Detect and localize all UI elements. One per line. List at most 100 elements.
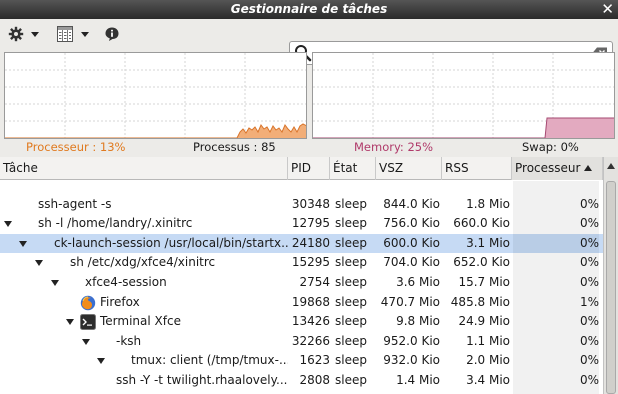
firefox-icon — [80, 295, 96, 311]
table-row[interactable]: sh /etc/xdg/xfce4/xinitrc 15295 sleep 704.0… — [0, 253, 603, 273]
cpu-graph — [4, 52, 307, 139]
column-header-processor[interactable]: Processeur — [512, 157, 603, 180]
column-header-task[interactable]: Tâche — [0, 157, 288, 180]
table-row[interactable]: gnome-pty-helper 3139 sleep688.0 Kio1.4 Mi… — [0, 390, 603, 394]
column-header-vsz[interactable]: VSZ — [376, 157, 442, 180]
rss-cell: 652.0 Kio — [453, 255, 510, 270]
pid-cell: 3139 — [288, 391, 330, 394]
toolbar — [0, 19, 618, 65]
table-row[interactable]: ck-launch-session /usr/local/bin/startx.… — [0, 233, 603, 254]
task-name: ssh -Y -t twilight.rhaalovely... — [116, 372, 288, 387]
processor-cell: 0% — [513, 194, 599, 215]
expander-arrow-icon[interactable] — [97, 358, 105, 365]
state-cell: sleep — [334, 391, 378, 394]
close-button[interactable]: ✕ — [601, 0, 614, 19]
sort-ascending-icon — [584, 165, 593, 171]
task-name: sh /etc/xdg/xfce4/xinitrc — [70, 255, 216, 270]
pid-cell: 15295 — [291, 255, 330, 270]
expander-arrow-icon[interactable] — [66, 319, 74, 326]
terminal-icon — [80, 314, 96, 331]
vsz-cell: 844.0 Kio — [383, 196, 440, 211]
pid-cell: 1623 — [299, 353, 330, 368]
vsz-cell: 600.0 Kio — [383, 235, 440, 250]
rss-cell: 15.7 Mio — [458, 274, 510, 289]
task-cell: ssh-agent -s — [0, 195, 288, 215]
table-row[interactable]: ssh -Y -t twilight.rhaalovely... 2808 slee… — [0, 370, 603, 391]
processor-cell: 0% — [513, 351, 599, 371]
vsz-cell: 1.4 Mio — [396, 372, 440, 387]
expander-arrow-icon[interactable] — [19, 240, 27, 247]
table-header: Tâche PID État VSZ RSS Processeur — [0, 157, 603, 180]
pid-cell — [288, 181, 330, 195]
task-name: tmux: client (/tmp/tmux-... — [131, 353, 288, 368]
task-name: Terminal Xfce — [100, 314, 181, 329]
about-button[interactable] — [104, 23, 122, 45]
pid-cell: 32266 — [291, 333, 330, 348]
table-row[interactable] — [0, 181, 603, 195]
rss-cell — [442, 181, 510, 195]
processor-cell: 0% — [513, 272, 599, 293]
rss-cell: 24.9 Mio — [458, 314, 510, 329]
state-cell: sleep — [335, 196, 367, 211]
task-name: -ksh — [116, 333, 142, 348]
task-name: gnome-pty-helper — [116, 391, 224, 394]
cpu-usage-label: Processeur : 13% — [26, 140, 126, 154]
vertical-scrollbar[interactable] — [603, 157, 618, 394]
vsz-cell: 470.7 Mio — [380, 294, 440, 309]
settings-button[interactable] — [8, 23, 44, 45]
processor-cell: 0% — [513, 312, 599, 332]
expander-arrow-icon[interactable] — [82, 338, 90, 345]
processor-cell: 0% — [513, 214, 599, 234]
pid-cell: 2808 — [299, 372, 330, 387]
processor-cell: 0% — [513, 253, 599, 273]
state-cell: sleep — [335, 294, 367, 309]
rss-cell: 1.8 Mio — [466, 196, 510, 211]
state-cell: sleep — [335, 353, 367, 368]
memory-graph — [312, 52, 615, 139]
columns-button[interactable] — [56, 23, 96, 45]
task-cell: sh /etc/xdg/xfce4/xinitrc — [0, 253, 288, 273]
process-list: ssh-agent -s 30348 sleep 844.0 Kio 1.8 Mio 0%… — [0, 181, 603, 394]
table-row[interactable]: -ksh 32266 sleep 952.0 Kio 1.1 Mio 0% — [0, 331, 603, 352]
column-header-state[interactable]: État — [330, 157, 376, 180]
task-cell: gnome-pty-helper — [0, 391, 288, 394]
column-header-pid[interactable]: PID — [288, 157, 330, 180]
rss-cell: 485.8 Mio — [450, 294, 510, 309]
expander-arrow-icon[interactable] — [51, 279, 59, 286]
table-row[interactable]: ssh-agent -s 30348 sleep 844.0 Kio 1.8 Mio 0% — [0, 194, 603, 215]
chevron-down-icon — [31, 31, 39, 37]
vsz-cell: 932.0 Kio — [383, 353, 440, 368]
swap-usage-label: Swap: 0% — [522, 140, 579, 154]
scroll-up-arrow-icon[interactable] — [607, 163, 615, 169]
task-name: ck-launch-session /usr/local/bin/startx.… — [54, 235, 288, 250]
table-row[interactable]: xfce4-session 2754 sleep 3.6 Mio 15.7 Mio 0% — [0, 272, 603, 293]
table-row[interactable]: Terminal Xfce 13426 sleep 9.8 Mio 24.9 Mio 0% — [0, 312, 603, 332]
processor-cell: 0% — [513, 233, 599, 254]
task-cell: Firefox — [0, 293, 288, 313]
rss-cell: 3.4 Mio — [466, 372, 510, 387]
processor-cell: 0% — [513, 390, 599, 394]
title-bar: Gestionnaire de tâches ✕ — [0, 0, 618, 19]
chevron-down-icon — [81, 31, 89, 37]
scrollbar-thumb[interactable] — [606, 181, 616, 394]
pid-cell: 19868 — [291, 294, 330, 309]
state-cell: sleep — [335, 255, 367, 270]
table-row[interactable]: Firefox 19868 sleep 470.7 Mio 485.8 Mio 1% — [0, 292, 603, 313]
vsz-cell: 704.0 Kio — [383, 255, 440, 270]
expander-arrow-icon[interactable] — [35, 260, 43, 267]
rss-cell: 660.0 Kio — [453, 216, 510, 231]
expander-arrow-icon[interactable] — [4, 221, 12, 228]
task-cell: Terminal Xfce — [0, 312, 288, 332]
window-title: Gestionnaire de tâches — [230, 2, 388, 16]
task-cell: -ksh — [0, 332, 288, 352]
column-header-rss[interactable]: RSS — [442, 157, 512, 180]
columns-icon — [57, 26, 73, 42]
state-cell — [334, 181, 378, 195]
table-row[interactable]: tmux: client (/tmp/tmux-... 1623 sleep 932.… — [0, 351, 603, 371]
state-cell: sleep — [335, 314, 367, 329]
task-cell: ssh -Y -t twilight.rhaalovely... — [0, 371, 288, 391]
rss-cell: 2.0 Mio — [466, 353, 510, 368]
pid-cell: 24180 — [291, 235, 330, 250]
rss-cell: 3.1 Mio — [466, 235, 510, 250]
table-row[interactable]: sh -l /home/landry/.xinitrc 12795 sleep 756… — [0, 214, 603, 234]
